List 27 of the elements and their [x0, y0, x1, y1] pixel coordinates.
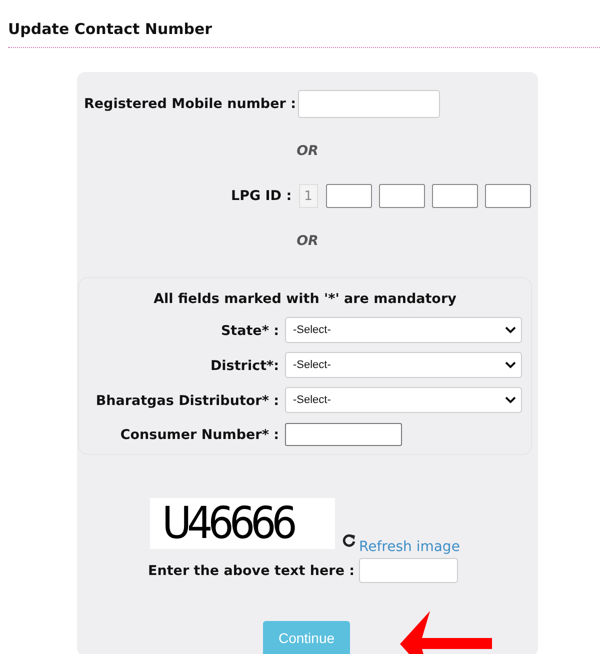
consumer-number-field[interactable]	[285, 423, 402, 446]
select-field[interactable]: -Select-	[285, 387, 522, 413]
caret-icon	[505, 396, 516, 404]
separator-text: OR	[296, 232, 318, 251]
refresh-icon[interactable]	[342, 533, 356, 547]
mandatory-note: All fields marked with '*' are mandatory	[154, 290, 456, 308]
captcha-image: U46666	[150, 498, 335, 549]
field-label: District*:	[209, 358, 280, 374]
select-field[interactable]: -Select-	[285, 352, 522, 378]
lpg-id-field[interactable]	[326, 184, 372, 208]
lpg-id-field[interactable]	[432, 184, 478, 208]
field-label: LPG ID :	[230, 188, 293, 204]
separator-text: OR	[296, 142, 318, 161]
lpg-id-field[interactable]	[485, 184, 531, 208]
field-label: State* :	[220, 322, 280, 338]
mobile-number-field[interactable]	[298, 90, 440, 118]
lpg-prefix-field: 1	[298, 184, 318, 208]
caret-icon	[505, 361, 516, 369]
field-label: Bharatgas Distributor* :	[94, 392, 280, 408]
lpg-id-field[interactable]	[379, 184, 425, 208]
field-label: Enter the above text here :	[148, 562, 355, 578]
select-field[interactable]: -Select-	[285, 317, 522, 343]
field-label: Consumer Number* :	[119, 426, 280, 442]
caret-icon	[505, 326, 516, 334]
page-title: Update Contact Number	[8, 20, 212, 38]
field-label: Registered Mobile number :	[82, 96, 297, 112]
captcha-field[interactable]	[358, 558, 458, 583]
